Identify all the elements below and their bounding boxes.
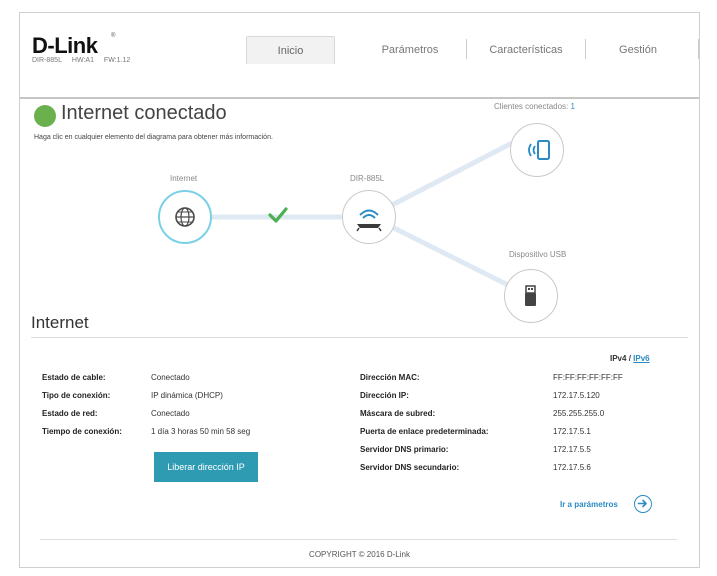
- connection-type-label: Tipo de conexión:: [42, 391, 111, 400]
- section-divider: [31, 337, 688, 338]
- diagram-links: [212, 140, 514, 288]
- connection-time-label: Tiempo de conexión:: [42, 427, 122, 436]
- internet-section-title: Internet: [31, 313, 89, 332]
- secondary-dns-label: Servidor DNS secundario:: [360, 463, 460, 472]
- router-node[interactable]: [342, 190, 396, 244]
- router-usb-link: [390, 224, 510, 288]
- go-to-settings-link[interactable]: Ir a parámetros: [560, 500, 618, 509]
- cable-status-value: Conectado: [151, 373, 190, 382]
- usb-drive-icon: [525, 285, 536, 306]
- ipv4-label[interactable]: IPv4: [610, 354, 626, 363]
- footer-divider: [40, 539, 677, 540]
- subnet-mask-value: 255.255.255.0: [553, 409, 605, 418]
- copyright-text: COPYRIGHT © 2016 D-Link: [309, 550, 410, 559]
- router-clients-link: [390, 140, 514, 208]
- cable-status-label: Estado de cable:: [42, 373, 106, 382]
- globe-icon: [175, 207, 195, 227]
- default-gateway-value: 172.17.5.1: [553, 427, 591, 436]
- usb-device-node[interactable]: [504, 269, 558, 323]
- ip-address-value: 172.17.5.120: [553, 391, 600, 400]
- connection-time-value: 1 día 3 horas 50 min 58 seg: [151, 427, 251, 436]
- internet-node[interactable]: [158, 190, 212, 244]
- release-ip-button[interactable]: Liberar dirección IP: [154, 452, 258, 482]
- ip-version-separator: /: [628, 354, 631, 363]
- ipv6-link[interactable]: IPv6: [633, 354, 649, 363]
- ip-address-label: Dirección IP:: [360, 391, 409, 400]
- router-icon: [356, 209, 382, 232]
- default-gateway-label: Puerta de enlace predeterminada:: [360, 427, 489, 436]
- checkmark-icon: [268, 207, 288, 228]
- mac-address-label: Dirección MAC:: [360, 373, 420, 382]
- subnet-mask-label: Máscara de subred:: [360, 409, 436, 418]
- primary-dns-value: 172.17.5.5: [553, 445, 591, 454]
- network-status-label: Estado de red:: [42, 409, 98, 418]
- mac-address-value: FF:FF:FF:FF:FF:FF: [553, 373, 623, 382]
- connected-clients-node[interactable]: [510, 123, 564, 177]
- ip-version-switch: IPv4 / IPv6: [610, 354, 650, 363]
- arrow-right-circle-icon[interactable]: [634, 495, 652, 513]
- secondary-dns-value: 172.17.5.6: [553, 463, 591, 472]
- wireless-device-icon: [528, 140, 550, 160]
- network-status-value: Conectado: [151, 409, 190, 418]
- router-admin-page: D-Link ® DIR-885L HW:A1 FW:1.12 Inicio P…: [19, 12, 700, 568]
- primary-dns-label: Servidor DNS primario:: [360, 445, 449, 454]
- connection-type-value: IP dinámica (DHCP): [151, 391, 223, 400]
